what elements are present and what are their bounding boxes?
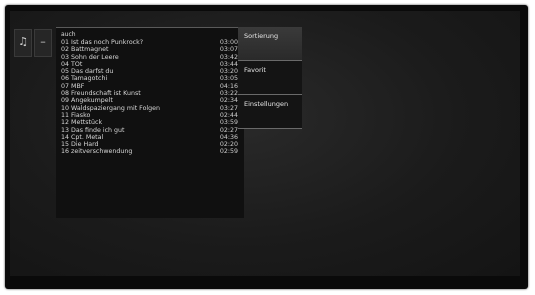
track-title: 12 Mettstück <box>61 119 103 127</box>
track-row[interactable]: 08 Freundschaft ist Kunst 03:22 <box>56 90 244 97</box>
track-duration: 03:00 <box>219 39 238 46</box>
track-row[interactable]: 11 Fiasko 02:44 <box>56 112 244 119</box>
track-duration: 02:20 <box>219 141 238 149</box>
track-row[interactable]: 13 Das finde ich gut 02:27 <box>56 127 244 134</box>
track-row[interactable]: 09 Angekumpelt 02:34 <box>56 97 244 104</box>
track-title: 13 Das finde ich gut <box>61 126 125 134</box>
track-row[interactable]: 10 Waldspaziergang mit Folgen 03:27 <box>56 105 244 112</box>
menu-item-favorit[interactable]: Favorit <box>238 61 302 95</box>
track-duration: 03:44 <box>219 60 238 68</box>
track-duration: 03:27 <box>219 104 238 112</box>
track-duration: 02:34 <box>219 97 238 105</box>
track-title: 05 Das darfst du <box>61 68 114 76</box>
track-row[interactable]: 16 zeitverschwendung 02:59 <box>56 148 244 155</box>
track-duration: 02:27 <box>219 126 238 134</box>
track-row[interactable]: 03 Sohn der Leere 03:42 <box>56 54 244 61</box>
track-title: 16 zeitverschwendung <box>61 148 133 156</box>
track-title: 10 Waldspaziergang mit Folgen <box>61 104 161 112</box>
options-menu: Sortierung Favorit Einstellungen <box>238 27 302 129</box>
track-duration: 04:36 <box>219 133 238 141</box>
track-row[interactable]: 04 TOt 03:44 <box>56 61 244 68</box>
track-duration: 02:44 <box>219 111 238 119</box>
track-row[interactable]: 07 MBF 04:16 <box>56 83 244 90</box>
dash-icon[interactable]: – <box>34 29 52 57</box>
track-duration: 03:20 <box>219 68 238 76</box>
track-title: 02 Battmagnet <box>61 46 109 54</box>
track-duration: 02:59 <box>219 148 238 156</box>
track-title: 04 TOt <box>61 60 83 68</box>
track-title: 03 Sohn der Leere <box>61 53 119 61</box>
track-title: 08 Freundschaft ist Kunst <box>61 90 141 98</box>
track-title: 06 Tamagotchi <box>61 75 108 83</box>
track-duration: 04:16 <box>219 82 238 90</box>
playlist-header: auch <box>61 31 76 38</box>
menu-item-einstellungen[interactable]: Einstellungen <box>238 95 302 129</box>
track-row[interactable]: 01 Ist das noch Punkrock? 03:00 <box>56 39 244 46</box>
track-title: 15 Die Hard <box>61 141 99 149</box>
track-duration: 03:59 <box>219 119 238 127</box>
track-row[interactable]: 14 Cpt. Metal 04:36 <box>56 134 244 141</box>
track-duration: 03:05 <box>219 75 238 83</box>
track-title: 11 Fiasko <box>61 111 91 119</box>
track-title: 01 Ist das noch Punkrock? <box>61 39 144 46</box>
music-note-icon[interactable]: ♫ <box>14 29 32 57</box>
track-row[interactable]: 12 Mettstück 03:59 <box>56 119 244 126</box>
track-title: 09 Angekumpelt <box>61 97 113 105</box>
track-row[interactable]: 06 Tamagotchi 03:05 <box>56 75 244 82</box>
track-list: auch 01 Ist das noch Punkrock? 03:00 02 Ba… <box>56 27 244 218</box>
track-row[interactable]: 15 Die Hard 02:20 <box>56 141 244 148</box>
track-row[interactable]: 05 Das darfst du 03:20 <box>56 68 244 75</box>
track-duration: 03:42 <box>219 53 238 61</box>
menu-item-sortierung[interactable]: Sortierung <box>238 27 302 61</box>
track-duration: 03:22 <box>219 90 238 98</box>
track-title: 14 Cpt. Metal <box>61 133 104 141</box>
media-player-screen: ♫ – auch 01 Ist das noch Punkrock? 03:00 0… <box>10 11 520 276</box>
track-row[interactable]: 02 Battmagnet 03:07 <box>56 46 244 53</box>
track-duration: 03:07 <box>219 46 238 54</box>
track-title: 07 MBF <box>61 82 85 90</box>
